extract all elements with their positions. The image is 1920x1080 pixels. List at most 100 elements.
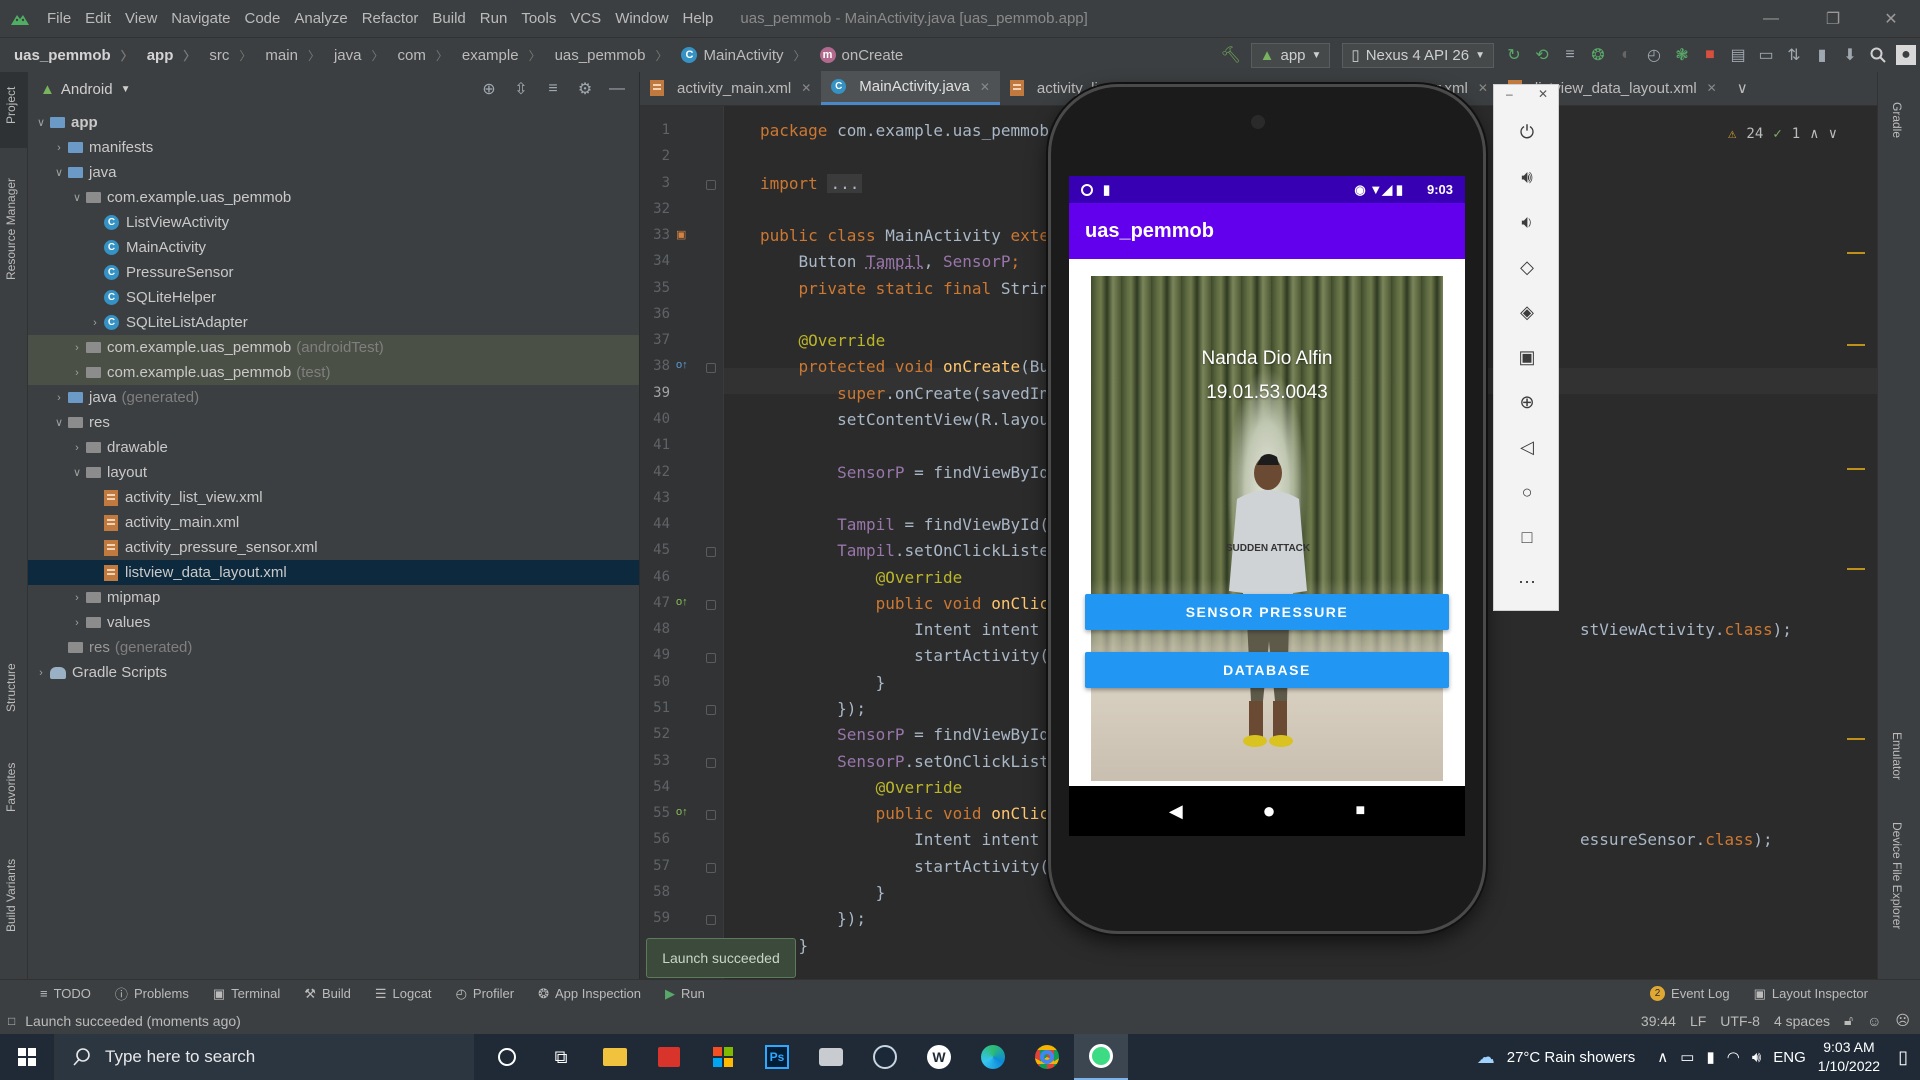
tree-item-java[interactable]: ∨ java (28, 160, 639, 185)
chevron-right-icon[interactable]: › (50, 142, 68, 154)
tool-event-log[interactable]: 2 Event Log (1638, 986, 1742, 1001)
error-stripe-mark[interactable] (1847, 468, 1865, 470)
tree-item-res[interactable]: ∨ res (28, 410, 639, 435)
fold-toggle[interactable] (706, 915, 716, 925)
sync-gradle-icon[interactable]: ⇅ (1780, 41, 1808, 69)
recents-icon[interactable]: ■ (1355, 802, 1365, 820)
sdk-manager-icon[interactable]: ⬇ (1836, 41, 1864, 69)
tree-item-listview-data-layout-xml[interactable]: listview_data_layout.xml (28, 560, 639, 585)
rotate-right-icon[interactable]: ◈ (1512, 297, 1542, 327)
menu-build[interactable]: Build (425, 0, 472, 37)
attach-debugger-icon[interactable]: ❃ (1668, 41, 1696, 69)
tool-build[interactable]: ⚒ Build (292, 986, 363, 1002)
chevron-right-icon[interactable]: › (68, 617, 86, 629)
tab-build-variants[interactable]: Build Variants (4, 859, 18, 932)
tab-gradle[interactable]: Gradle (1890, 102, 1904, 138)
apply-changes-icon[interactable]: ⟲ (1528, 41, 1556, 69)
chevron-down-icon[interactable]: ∨ (1829, 126, 1837, 142)
photoshop-icon[interactable]: Ps (750, 1034, 804, 1080)
override-method-icon[interactable]: o↑ (676, 806, 688, 818)
make-project-hammer-icon[interactable]: 🔨︎ (1217, 41, 1245, 69)
back-icon[interactable]: ◀ (1169, 801, 1183, 822)
tree-item-manifests[interactable]: › manifests (28, 135, 639, 160)
menu-file[interactable]: File (40, 0, 78, 37)
menu-help[interactable]: Help (676, 0, 721, 37)
chevron-right-icon[interactable]: › (68, 367, 86, 379)
menu-run[interactable]: Run (473, 0, 515, 37)
sad-icon[interactable]: ☹ (1895, 1012, 1910, 1029)
chevron-down-icon[interactable]: ∨ (50, 416, 68, 429)
chevron-down-icon[interactable]: ∨ (68, 191, 86, 204)
tree-item-pressuresensor[interactable]: C PressureSensor (28, 260, 639, 285)
power-icon[interactable]: ⏻ (1512, 117, 1542, 147)
tree-item-app[interactable]: ∨ app (28, 110, 639, 135)
error-stripe-mark[interactable] (1847, 568, 1865, 570)
tree-item-sqlitehelper[interactable]: C SQLiteHelper (28, 285, 639, 310)
gift-icon[interactable] (642, 1034, 696, 1080)
menu-vcs[interactable]: VCS (563, 0, 608, 37)
menu-tools[interactable]: Tools (514, 0, 563, 37)
close-tab-icon[interactable]: ✕ (801, 81, 811, 95)
tree-item-activity-pressure-sensor-xml[interactable]: activity_pressure_sensor.xml (28, 535, 639, 560)
error-stripe-mark[interactable] (1847, 344, 1865, 346)
tree-item-activity-list-view-xml[interactable]: activity_list_view.xml (28, 485, 639, 510)
close-window-button[interactable]: ✕ (1866, 0, 1916, 37)
breadcrumb-example[interactable]: example 〉 (448, 47, 541, 64)
status-message[interactable]: Launch succeeded (moments ago) (25, 1013, 241, 1029)
volume-icon[interactable]: 🔊︎ (1752, 1049, 1761, 1066)
edge-icon[interactable] (966, 1034, 1020, 1080)
lock-icon[interactable]: 🔓︎ (1844, 1012, 1853, 1029)
override-method-icon[interactable]: o↑ (676, 596, 688, 608)
home-icon[interactable]: ○ (1512, 477, 1542, 507)
word-like-icon[interactable]: W (912, 1034, 966, 1080)
clock[interactable]: 9:03 AM 1/10/2022 (1818, 1038, 1880, 1076)
tree-item-mipmap[interactable]: › mipmap (28, 585, 639, 610)
tree-item-java-generated[interactable]: › java (generated) (28, 385, 639, 410)
tree-item-package-test[interactable]: › com.example.uas_pemmob (test) (28, 360, 639, 385)
home-icon[interactable]: ● (1262, 798, 1275, 824)
run-class-icon[interactable]: ▣ (676, 228, 686, 241)
minimize-button[interactable]: — (1746, 0, 1796, 37)
menu-edit[interactable]: Edit (78, 0, 118, 37)
tab-project[interactable]: Project (4, 87, 18, 124)
caret-position[interactable]: 39:44 (1641, 1013, 1676, 1029)
database-button[interactable]: DATABASE (1085, 652, 1449, 688)
chevron-right-icon[interactable]: › (32, 667, 50, 679)
chevron-right-icon[interactable]: › (68, 442, 86, 454)
breadcrumb-java[interactable]: java 〉 (320, 47, 384, 64)
tool-profiler[interactable]: ◴ Profiler (444, 986, 527, 1002)
error-stripe-mark[interactable] (1847, 738, 1865, 740)
menu-refactor[interactable]: Refactor (355, 0, 426, 37)
chevron-right-icon[interactable]: › (50, 392, 68, 404)
tool-logcat[interactable]: ☰ Logcat (363, 986, 444, 1002)
breadcrumb-project[interactable]: uas_pemmob 〉 (0, 47, 133, 64)
camera-app-icon[interactable] (804, 1034, 858, 1080)
camera-icon[interactable]: ▣ (1512, 342, 1542, 372)
tool-problems[interactable]: ⓘ Problems (103, 984, 201, 1003)
collapse-all-icon[interactable]: ≡ (539, 75, 567, 103)
steam-icon[interactable] (858, 1034, 912, 1080)
tab-mainactivity-java[interactable]: C MainActivity.java ✕ (821, 71, 1000, 105)
tree-item-mainactivity[interactable]: C MainActivity (28, 235, 639, 260)
language-indicator[interactable]: ENG (1773, 1049, 1806, 1066)
notification-center-icon[interactable]: ▯ (1898, 1047, 1908, 1068)
monitor-icon[interactable]: ▭ (1680, 1048, 1694, 1066)
search-icon[interactable] (1864, 41, 1892, 69)
tool-todo[interactable]: ≡ TODO (0, 986, 103, 1001)
more-icon[interactable]: ⋯ (1512, 567, 1542, 597)
folded-imports[interactable]: ... (827, 174, 863, 193)
chevron-down-icon[interactable]: ▼ (121, 84, 131, 95)
fold-toggle[interactable] (706, 180, 716, 190)
taskbar-search[interactable]: Type here to search (54, 1034, 474, 1080)
tool-app-inspection[interactable]: ❂ App Inspection (526, 986, 653, 1002)
breadcrumb-app[interactable]: app 〉 (133, 47, 196, 64)
rotate-left-icon[interactable]: ◇ (1512, 252, 1542, 282)
file-explorer-icon[interactable] (588, 1034, 642, 1080)
rerun-icon[interactable]: ↻ (1500, 41, 1528, 69)
smiley-icon[interactable]: ☺ (1867, 1013, 1881, 1029)
hide-panel-icon[interactable]: — (603, 75, 631, 103)
project-structure-icon[interactable]: ▤ (1724, 41, 1752, 69)
fold-toggle[interactable] (706, 363, 716, 373)
fold-toggle[interactable] (706, 863, 716, 873)
breadcrumb-method[interactable]: m onCreate (806, 47, 903, 64)
